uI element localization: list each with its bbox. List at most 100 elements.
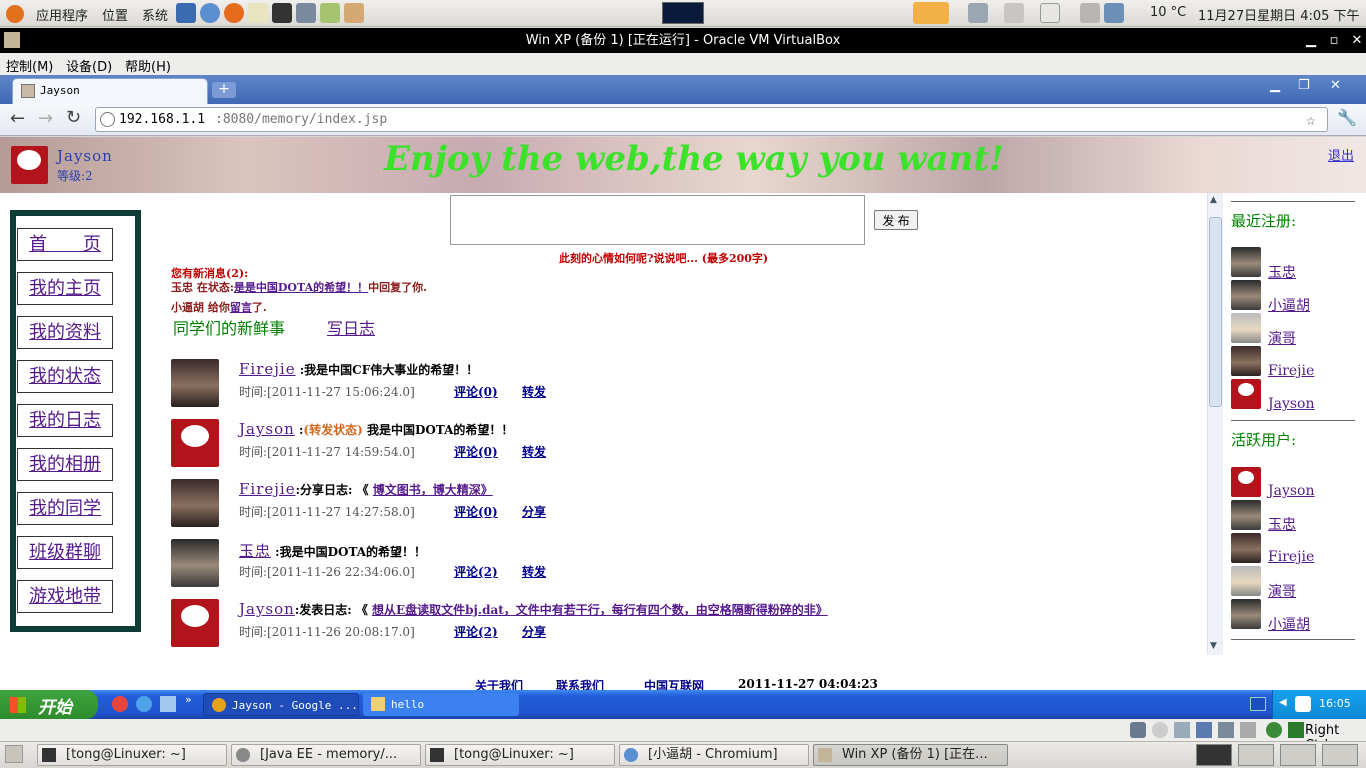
nav-game-zone[interactable]: 游戏地带 — [17, 580, 113, 613]
feed-avatar[interactable] — [171, 419, 219, 467]
chrome-minimize-icon[interactable]: ▁ — [1270, 78, 1280, 93]
workspace-4[interactable] — [1322, 744, 1358, 766]
hdd-icon[interactable] — [1130, 722, 1146, 738]
comment-link[interactable]: 评论(2) — [454, 623, 498, 640]
workspace-3[interactable] — [1280, 744, 1316, 766]
chrome-restore-icon[interactable]: ❐ — [1298, 78, 1310, 93]
bookmark-star-icon[interactable]: ☆ — [1306, 108, 1316, 131]
workspace-switcher[interactable] — [1196, 744, 1232, 766]
recent-user-link[interactable]: 小逼胡 — [1268, 295, 1310, 315]
recent-user-link[interactable]: 玉忠 — [1268, 262, 1296, 282]
taskbar-terminal-2[interactable]: [tong@Linuxer: ~] — [425, 744, 615, 766]
cd-icon[interactable] — [1152, 722, 1168, 738]
logout-link[interactable]: 退出 — [1328, 145, 1354, 164]
maximize-icon[interactable]: ▫ — [1327, 28, 1341, 53]
quicklaunch-icon[interactable] — [112, 696, 128, 712]
tray-expand-icon[interactable]: ◀ — [1279, 697, 1287, 708]
nav-home[interactable]: 首 页 — [17, 228, 113, 261]
comment-link[interactable]: 评论(0) — [454, 383, 498, 400]
nav-my-album[interactable]: 我的相册 — [17, 448, 113, 481]
recent-user-link[interactable]: Jayson — [1268, 396, 1315, 412]
fish-applet-icon[interactable] — [913, 2, 949, 24]
scroll-thumb[interactable] — [1209, 217, 1222, 407]
publish-button[interactable]: 发 布 — [874, 210, 918, 230]
feed-user-link[interactable]: Firejie — [239, 480, 296, 498]
recent-user-link[interactable]: 演哥 — [1268, 328, 1296, 348]
volume-icon[interactable] — [1004, 3, 1024, 23]
feed-avatar[interactable] — [171, 359, 219, 407]
nav-class-chat[interactable]: 班级群聊 — [17, 536, 113, 569]
weather-temp[interactable]: 10 °C — [1150, 5, 1186, 20]
close-icon[interactable]: ✕ — [1350, 28, 1364, 53]
mouse-integration-icon[interactable] — [1266, 722, 1282, 738]
music-launcher-icon[interactable] — [320, 3, 340, 23]
nav-my-status[interactable]: 我的状态 — [17, 360, 113, 393]
notice-reply-link[interactable]: 是是中国DOTA的希望！！ — [234, 281, 368, 294]
address-bar[interactable]: 192.168.1.1:8080/memory/index.jsp ☆ — [95, 107, 1328, 132]
comment-link[interactable]: 评论(0) — [454, 503, 498, 520]
terminal-launcher-icon[interactable] — [272, 3, 292, 23]
usb-icon[interactable] — [1174, 722, 1190, 738]
clock[interactable]: 11月27日星期日 4:05 下午 — [1198, 5, 1360, 24]
nav-my-classmates[interactable]: 我的同学 — [17, 492, 113, 525]
recent-user-link[interactable]: Firejie — [1268, 363, 1314, 379]
recent-avatar[interactable] — [1231, 346, 1261, 376]
battery-icon[interactable] — [1080, 3, 1100, 23]
comment-link[interactable]: 评论(0) — [454, 443, 498, 460]
wrench-icon[interactable]: 🔧 — [1337, 108, 1357, 127]
chrome-close-icon[interactable]: ✕ — [1330, 78, 1341, 93]
places-menu[interactable]: 位置 — [102, 5, 128, 24]
vbox-window-icon[interactable] — [4, 32, 20, 48]
active-avatar[interactable] — [1231, 533, 1261, 563]
forward-link[interactable]: 转发 — [522, 443, 546, 460]
menu-help[interactable]: 帮助(H) — [125, 56, 171, 75]
feed-avatar[interactable] — [171, 599, 219, 647]
shared-folder-icon[interactable] — [1218, 722, 1234, 738]
taskbar-virtualbox[interactable]: Win XP (备份 1) [正在... — [813, 744, 1008, 766]
active-avatar[interactable] — [1231, 566, 1261, 596]
menu-devices[interactable]: 设备(D) — [66, 56, 112, 75]
scroll-down-icon[interactable]: ▼ — [1210, 641, 1217, 651]
diary-link[interactable]: 博文图书，博大精深》 — [373, 483, 493, 497]
recent-avatar[interactable] — [1231, 247, 1261, 277]
settings-launcher-icon[interactable] — [296, 3, 316, 23]
chat-launcher-icon[interactable] — [344, 3, 364, 23]
notice-message-link[interactable]: 留言 — [230, 301, 252, 314]
active-avatar[interactable] — [1231, 599, 1261, 629]
start-button[interactable]: 开始 — [0, 690, 98, 719]
ie-icon[interactable] — [136, 696, 152, 712]
firefox-launcher-icon[interactable] — [224, 3, 244, 23]
forward-icon[interactable]: → — [38, 108, 53, 129]
forward-link[interactable]: 转发 — [522, 383, 546, 400]
ubuntu-logo-icon[interactable] — [6, 5, 24, 23]
workspace-2[interactable] — [1238, 744, 1274, 766]
applications-menu[interactable]: 应用程序 — [36, 5, 88, 24]
nav-my-diary[interactable]: 我的日志 — [17, 404, 113, 437]
active-user-link[interactable]: 玉忠 — [1268, 514, 1296, 534]
active-avatar[interactable] — [1231, 467, 1261, 497]
virtualbox-launcher-icon[interactable] — [176, 3, 196, 23]
about-link[interactable]: 关于我们 — [475, 677, 523, 690]
mail-icon[interactable] — [1040, 3, 1060, 23]
nav-my-profile[interactable]: 我的资料 — [17, 316, 113, 349]
xp-clock[interactable]: 16:05 — [1319, 697, 1351, 710]
share-link[interactable]: 分享 — [522, 503, 546, 520]
feed-avatar[interactable] — [171, 479, 219, 527]
menu-control[interactable]: 控制(M) — [6, 56, 53, 75]
active-avatar[interactable] — [1231, 500, 1261, 530]
share-link[interactable]: 分享 — [522, 623, 546, 640]
page-scrollbar[interactable]: ▲ ▼ — [1207, 193, 1223, 655]
active-user-link[interactable]: 小逼胡 — [1268, 614, 1310, 634]
network-icon[interactable] — [968, 3, 988, 23]
nav-my-homepage[interactable]: 我的主页 — [17, 272, 113, 305]
taskbar-chromium[interactable]: [小逼胡 - Chromium] — [619, 744, 809, 766]
text-editor-launcher-icon[interactable] — [248, 3, 268, 23]
desktop-icon[interactable] — [160, 696, 176, 712]
feed-user-link[interactable]: Firejie — [239, 360, 296, 378]
new-tab-button[interactable]: + — [212, 82, 236, 98]
china-net-link[interactable]: 中国互联网 — [644, 677, 704, 690]
tray-network-icon[interactable] — [1295, 696, 1311, 712]
minimize-icon[interactable]: ▁ — [1304, 28, 1318, 53]
taskbar-terminal-1[interactable]: [tong@Linuxer: ~] — [37, 744, 227, 766]
recent-avatar[interactable] — [1231, 379, 1261, 409]
